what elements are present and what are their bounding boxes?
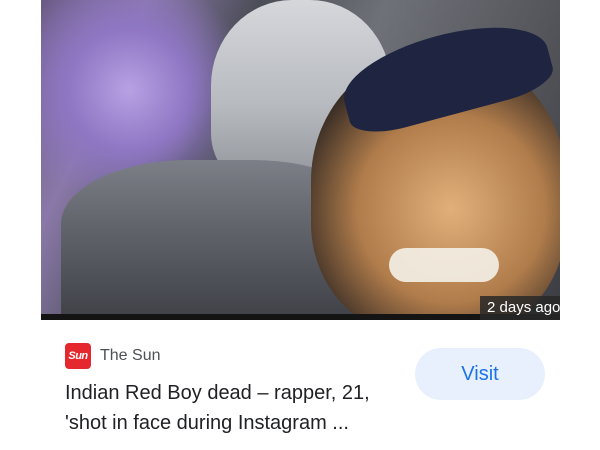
visit-button[interactable]: Visit xyxy=(415,348,545,400)
article-headline[interactable]: Indian Red Boy dead – rapper, 21, 'shot … xyxy=(65,378,400,438)
thumbnail-smile xyxy=(389,248,499,282)
source-name: The Sun xyxy=(100,347,161,364)
article-source[interactable]: Sun The Sun xyxy=(65,343,160,369)
headline-line-2: 'shot in face during Instagram ... xyxy=(65,412,349,434)
time-badge: 2 days ago xyxy=(480,296,560,320)
headline-line-1: Indian Red Boy dead – rapper, 21, xyxy=(65,382,370,404)
the-sun-logo-icon: Sun xyxy=(65,343,91,369)
article-thumbnail[interactable]: 2 days ago xyxy=(41,0,560,320)
